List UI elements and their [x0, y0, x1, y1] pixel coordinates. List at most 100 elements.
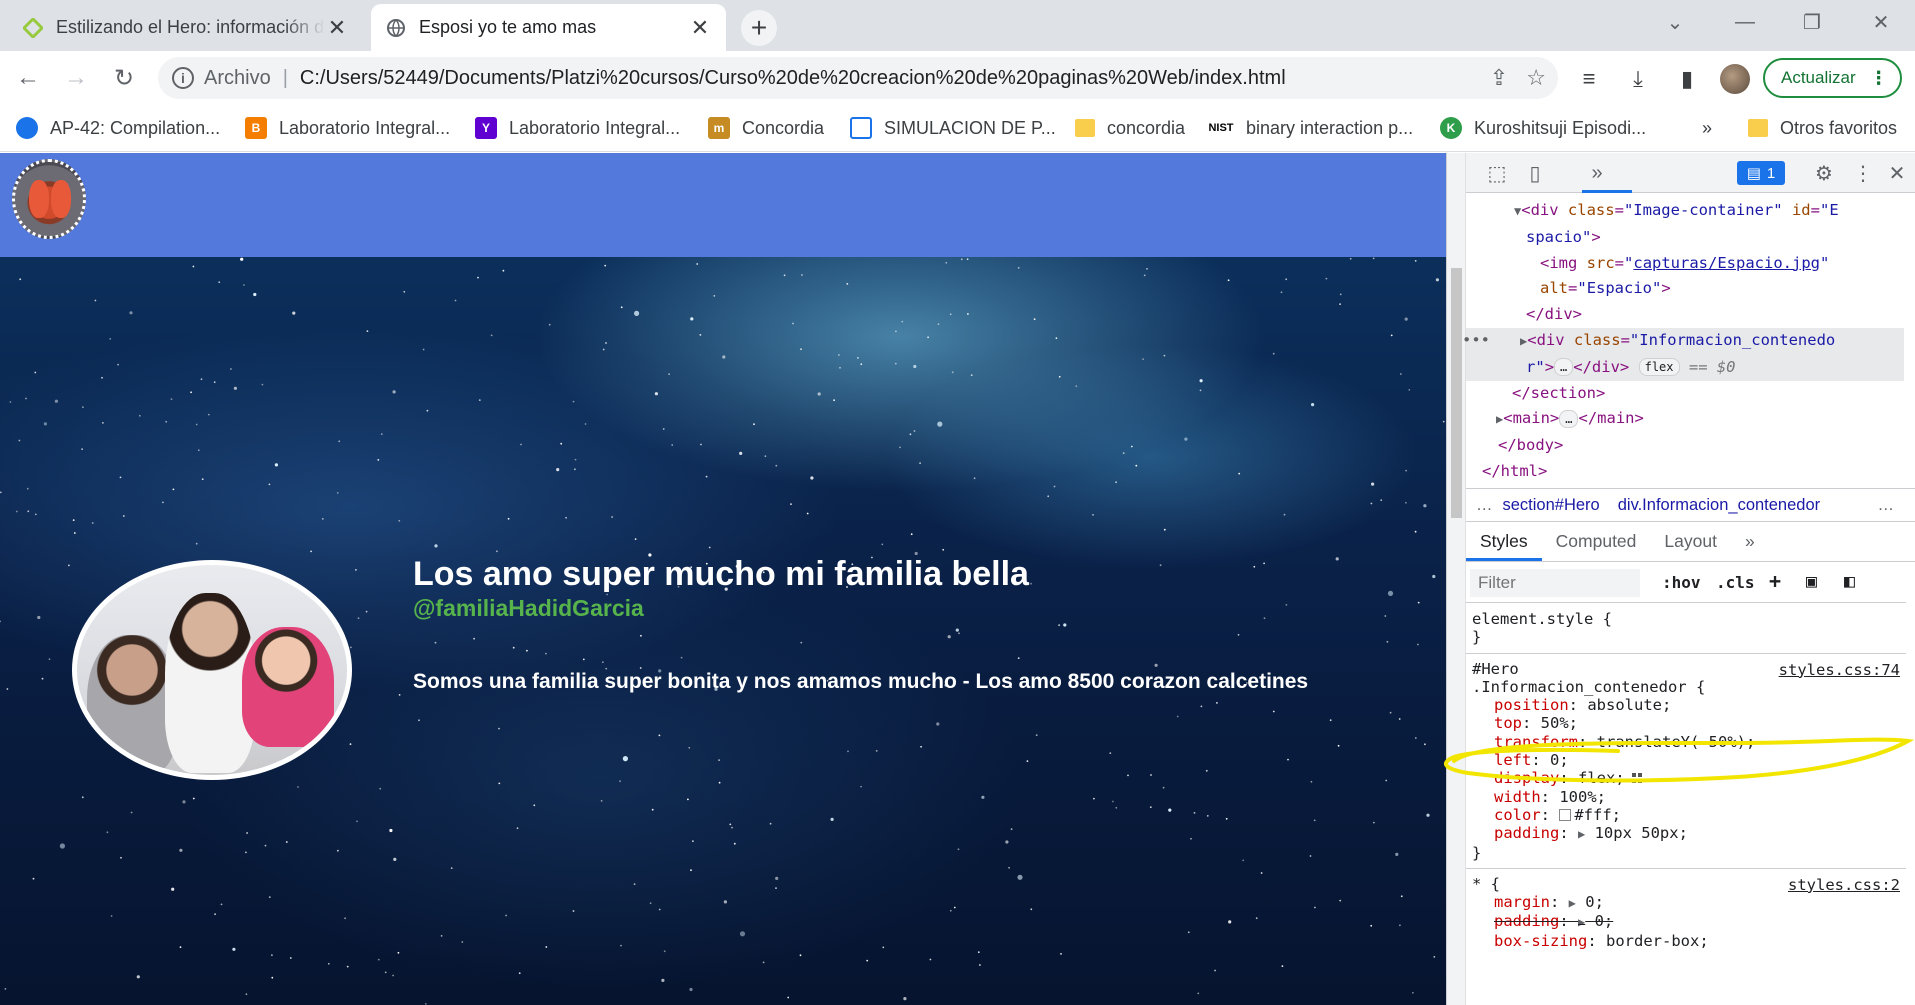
star — [106, 831, 109, 834]
dom-node-selected-cont[interactable]: r">… </div> flex == $0 — [1466, 354, 1904, 381]
star — [398, 694, 401, 696]
css-prop-width[interactable]: width: 100%; — [1472, 788, 1906, 806]
tab-layout[interactable]: Layout — [1650, 531, 1731, 561]
flexbox-editor-icon[interactable] — [1630, 771, 1645, 786]
dom-node[interactable]: </html> — [1474, 459, 1904, 485]
address-url[interactable]: C:/Users/52449/Documents/Platzi%20cursos… — [300, 67, 1286, 90]
tab-styles[interactable]: Styles — [1466, 531, 1542, 561]
breadcrumb-item[interactable]: section#Hero — [1503, 496, 1600, 515]
bookmark-simulacion[interactable]: SIMULACION DE P... — [850, 115, 1056, 141]
css-prop-padding[interactable]: padding: ▶ 10px 50px; — [1472, 824, 1906, 843]
star — [764, 455, 767, 458]
hero-handle[interactable]: @familiaHadidGarcia — [413, 595, 644, 622]
rule-selector[interactable]: .Informacion_contenedor { — [1472, 678, 1906, 696]
bookmark-kuroshitsuji[interactable]: K Kuroshitsuji Episodi... — [1440, 115, 1646, 141]
bookmark-laboratorio-blogger[interactable]: B Laboratorio Integral... — [245, 115, 450, 141]
share-icon[interactable]: ⇪ — [1490, 65, 1508, 91]
css-prop-left[interactable]: left: 0; — [1472, 751, 1906, 769]
issues-badge[interactable]: ▤ 1 — [1737, 161, 1785, 185]
update-button[interactable]: Actualizar ⋮ — [1763, 58, 1902, 98]
bookmark-star-icon[interactable]: ☆ — [1526, 65, 1546, 91]
star — [1287, 758, 1289, 761]
rule-source-link[interactable]: styles.css:2 — [1788, 876, 1900, 894]
bookmark-folder-concordia[interactable]: concordia — [1075, 115, 1185, 141]
bookmarks-overflow-button[interactable]: » — [1702, 115, 1712, 141]
devtools-menu-icon[interactable]: ⋮ — [1850, 161, 1876, 185]
minimize-icon[interactable]: — — [1725, 6, 1765, 38]
address-bar[interactable]: i Archivo | C:/Users/52449/Documents/Pla… — [158, 57, 1558, 99]
hover-state-toggle[interactable]: :hov — [1662, 573, 1701, 592]
dom-node[interactable]: </section> — [1474, 381, 1904, 407]
dom-node[interactable]: </div> — [1474, 302, 1904, 328]
star — [15, 510, 18, 513]
star — [195, 542, 198, 545]
tab-estilizando-hero[interactable]: Estilizando el Hero: información d ✕ — [8, 4, 363, 51]
dom-node[interactable]: <img src="capturas/Espacio.jpg" — [1474, 251, 1904, 277]
restore-icon[interactable]: ❐ — [1792, 6, 1832, 38]
css-prop-padding-overridden[interactable]: padding: ▶ 0; — [1472, 912, 1906, 931]
more-dots-icon[interactable]: ••• — [1462, 328, 1490, 354]
css-prop-margin[interactable]: margin: ▶ 0; — [1472, 893, 1906, 912]
star — [1387, 590, 1394, 596]
close-tab-icon[interactable]: ✕ — [688, 15, 712, 41]
scroll-thumb[interactable] — [1451, 268, 1462, 518]
profile-avatar[interactable] — [1720, 64, 1750, 94]
dom-breadcrumbs: … section#Hero div.Informacion_contenedo… — [1466, 488, 1915, 522]
close-devtools-icon[interactable]: ✕ — [1884, 161, 1910, 185]
close-window-icon[interactable]: ✕ — [1861, 6, 1901, 38]
breadcrumb-overflow-icon[interactable]: … — [1476, 496, 1493, 515]
breadcrumb-more-icon[interactable]: … — [1878, 496, 1895, 515]
side-panel-icon[interactable]: ▮ — [1672, 64, 1702, 94]
star — [565, 516, 567, 519]
dom-node-selected[interactable]: ••• ▶<div class="Informacion_contenedo — [1462, 327, 1904, 355]
bookmark-laboratorio-yahoo[interactable]: Y Laboratorio Integral... — [475, 115, 680, 141]
toggle-sidebar-icon[interactable]: ◧ — [1844, 571, 1855, 592]
tab-esposi[interactable]: Esposi yo te amo mas ✕ — [371, 4, 726, 51]
paint-icon[interactable]: ▣ — [1806, 571, 1817, 592]
reading-list-icon[interactable]: ≡ — [1574, 64, 1604, 94]
bookmark-concordia[interactable]: m Concordia — [708, 115, 824, 141]
class-toggle[interactable]: .cls — [1716, 573, 1755, 592]
device-toolbar-icon[interactable]: ▯ — [1522, 161, 1548, 185]
element-style-rule: element.style { } — [1466, 604, 1906, 654]
devtools-scrollbar[interactable] — [1447, 153, 1466, 1005]
css-prop-display[interactable]: display: flex; — [1472, 769, 1906, 787]
rule-selector[interactable]: element.style { — [1472, 610, 1906, 628]
reload-button[interactable]: ↻ — [106, 60, 142, 96]
more-style-tabs-icon[interactable]: » — [1731, 531, 1769, 561]
color-swatch[interactable] — [1559, 808, 1572, 821]
bookmark-otros-favoritos[interactable]: Otros favoritos — [1748, 115, 1897, 141]
styles-filter-input[interactable] — [1470, 569, 1640, 597]
bookmark-binary-interaction[interactable]: NIST binary interaction p... — [1208, 115, 1413, 141]
css-prop-transform[interactable]: transform: translateY(-50%); — [1472, 733, 1906, 751]
rule-source-link[interactable]: styles.css:74 — [1779, 661, 1900, 679]
tab-search-chevron-icon[interactable]: ⌄ — [1655, 6, 1695, 38]
star — [723, 900, 728, 904]
dom-node[interactable]: ▼<div class="Image-container" id="E — [1474, 198, 1904, 225]
more-tabs-chevron-icon[interactable]: » — [1584, 161, 1610, 185]
inspect-element-icon[interactable]: ⬚ — [1484, 161, 1510, 185]
css-prop-box-sizing[interactable]: box-sizing: border-box; — [1472, 932, 1906, 950]
new-rule-button[interactable]: + — [1769, 569, 1781, 593]
tab-computed[interactable]: Computed — [1542, 531, 1651, 561]
css-prop-top[interactable]: top: 50%; — [1472, 714, 1906, 732]
forward-button[interactable]: → — [58, 60, 94, 96]
new-tab-button[interactable]: + — [741, 10, 777, 46]
dom-node[interactable]: </body> — [1474, 433, 1904, 459]
site-logo[interactable] — [12, 159, 86, 239]
close-tab-icon[interactable]: ✕ — [325, 15, 349, 41]
star — [1432, 574, 1436, 579]
dom-node[interactable]: ▶<main>… </main> — [1474, 406, 1904, 433]
bookmark-ap42[interactable]: AP-42: Compilation... — [16, 115, 220, 141]
star — [498, 727, 500, 730]
download-icon[interactable]: ⤓ — [1623, 64, 1653, 94]
star — [190, 391, 193, 394]
bookmark-label: Laboratorio Integral... — [509, 117, 681, 138]
site-info-icon[interactable]: i — [172, 67, 194, 89]
settings-gear-icon[interactable]: ⚙ — [1811, 161, 1837, 185]
star — [739, 931, 746, 937]
back-button[interactable]: ← — [10, 60, 46, 96]
css-prop-position[interactable]: position: absolute; — [1472, 696, 1906, 714]
css-prop-color[interactable]: color: #fff; — [1472, 806, 1906, 824]
breadcrumb-item-active[interactable]: div.Informacion_contenedor — [1618, 496, 1820, 515]
